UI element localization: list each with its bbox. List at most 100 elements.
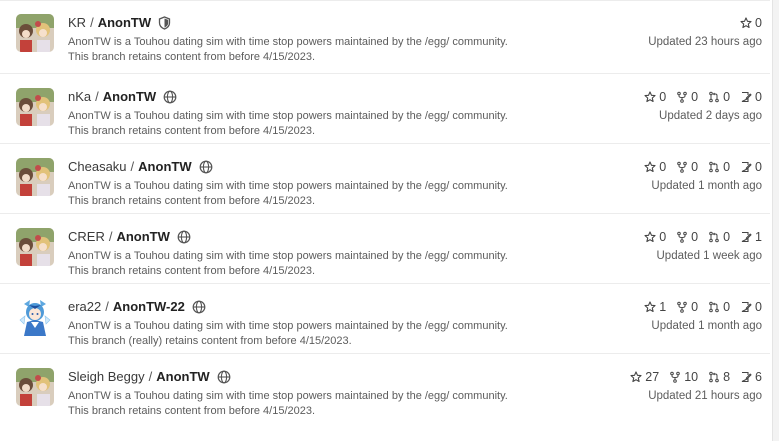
repo-title: CRER / AnonTW	[68, 229, 191, 245]
repo-stats: 0 0 0 0	[634, 159, 762, 175]
issues-count[interactable]: 0	[740, 299, 762, 315]
scrollbar[interactable]	[772, 0, 779, 441]
repo-row: Sleigh Beggy / AnonTW AnonTW is a Touhou…	[0, 354, 770, 424]
repo-row: Cheasaku / AnonTW AnonTW is a Touhou dat…	[0, 144, 770, 214]
stars-count[interactable]: 0	[740, 15, 762, 31]
stars-count[interactable]: 1	[644, 299, 666, 315]
repo-row: CRER / AnonTW AnonTW is a Touhou dating …	[0, 214, 770, 284]
repo-owner-link[interactable]: Cheasaku	[68, 159, 127, 175]
stars-count[interactable]: 0	[644, 229, 666, 245]
stars-value: 0	[659, 230, 667, 244]
globe-icon	[177, 230, 191, 244]
description-line: AnonTW is a Touhou dating sim with time …	[68, 36, 508, 48]
issues-count[interactable]: 1	[740, 229, 762, 245]
pull-requests-value: 8	[723, 370, 731, 384]
title-separator: /	[105, 299, 109, 314]
repo-name-link[interactable]: AnonTW	[98, 15, 151, 31]
title-separator: /	[95, 89, 99, 104]
issues-value: 0	[755, 160, 762, 174]
pull-requests-value: 0	[723, 90, 731, 104]
issues-count[interactable]: 0	[740, 159, 762, 175]
globe-icon	[192, 300, 206, 314]
repo-row: KR / AnonTW AnonTW is a Touhou dating si…	[0, 0, 770, 74]
issues-value: 6	[755, 370, 762, 384]
forks-value: 0	[691, 160, 699, 174]
description-line: AnonTW is a Touhou dating sim with time …	[68, 110, 508, 122]
repo-name-link[interactable]: AnonTW	[138, 159, 191, 175]
pull-requests-count[interactable]: 0	[708, 89, 730, 105]
stars-count[interactable]: 0	[644, 159, 666, 175]
issue-icon	[741, 161, 752, 173]
issue-icon	[741, 371, 752, 383]
repo-description: AnonTW is a Touhou dating sim with time …	[68, 109, 508, 139]
repo-title: Cheasaku / AnonTW	[68, 159, 213, 175]
title-separator: /	[108, 229, 113, 244]
title-separator: /	[90, 15, 94, 30]
forks-count[interactable]: 10	[669, 369, 698, 385]
repo-name-link[interactable]: AnonTW	[103, 89, 156, 105]
issue-icon	[741, 91, 752, 103]
repo-title: KR / AnonTW	[68, 15, 171, 31]
issue-icon	[741, 231, 752, 243]
description-line: This branch (really) retains content fro…	[68, 335, 352, 347]
description-line: This branch retains content from before …	[68, 195, 316, 207]
repo-avatar[interactable]	[16, 298, 54, 336]
repo-name-link[interactable]: AnonTW	[156, 369, 209, 385]
repo-title: era22 / AnonTW-22	[68, 299, 206, 315]
forks-count[interactable]: 0	[676, 229, 698, 245]
stars-count[interactable]: 27	[630, 369, 659, 385]
globe-icon	[163, 90, 177, 104]
pull-requests-count[interactable]: 8	[708, 369, 730, 385]
issue-icon	[741, 301, 752, 313]
stars-value: 0	[659, 160, 667, 174]
repo-avatar[interactable]	[16, 158, 54, 196]
updated-time: Updated 1 month ago	[651, 320, 762, 332]
stars-count[interactable]: 0	[644, 89, 666, 105]
repo-name-link[interactable]: AnonTW-22	[113, 299, 185, 315]
repo-avatar[interactable]	[16, 368, 54, 406]
repo-owner-link[interactable]: KR	[68, 15, 86, 31]
repo-row: era22 / AnonTW-22 AnonTW is a Touhou dat…	[0, 284, 770, 354]
pull-requests-count[interactable]: 0	[708, 159, 730, 175]
description-line: AnonTW is a Touhou dating sim with time …	[68, 320, 508, 332]
description-line: This branch retains content from before …	[68, 51, 316, 63]
pull-request-icon	[709, 371, 719, 383]
star-icon	[740, 17, 752, 29]
repo-stats: 0 0 0 0	[634, 89, 762, 105]
repo-avatar[interactable]	[16, 88, 54, 126]
forks-count[interactable]: 0	[676, 299, 698, 315]
issues-value: 0	[755, 300, 762, 314]
star-icon	[644, 161, 656, 173]
stars-value: 27	[645, 370, 660, 384]
pull-requests-value: 0	[723, 230, 731, 244]
repo-owner-link[interactable]: nKa	[68, 89, 91, 105]
pull-requests-value: 0	[723, 300, 731, 314]
forks-count[interactable]: 0	[676, 159, 698, 175]
star-icon	[630, 371, 642, 383]
repo-title: nKa / AnonTW	[68, 89, 177, 105]
repo-description: AnonTW is a Touhou dating sim with time …	[68, 389, 508, 419]
pull-requests-count[interactable]: 0	[708, 299, 730, 315]
fork-icon	[677, 301, 687, 313]
repo-name-link[interactable]: AnonTW	[116, 229, 169, 245]
star-icon	[644, 91, 656, 103]
forks-count[interactable]: 0	[676, 89, 698, 105]
repo-avatar[interactable]	[16, 228, 54, 266]
repo-owner-link[interactable]: CRER	[68, 229, 105, 245]
issues-count[interactable]: 6	[740, 369, 762, 385]
repo-list: KR / AnonTW AnonTW is a Touhou dating si…	[0, 0, 770, 424]
issues-value: 0	[755, 90, 762, 104]
repo-owner-link[interactable]: era22	[68, 299, 101, 315]
repo-owner-link[interactable]: Sleigh Beggy	[68, 369, 145, 385]
pull-requests-count[interactable]: 0	[708, 229, 730, 245]
forks-value: 10	[684, 370, 699, 384]
issues-count[interactable]: 0	[740, 89, 762, 105]
fork-icon	[677, 231, 687, 243]
pull-request-icon	[709, 231, 719, 243]
repo-avatar[interactable]	[16, 14, 54, 52]
repo-row: nKa / AnonTW AnonTW is a Touhou dating s…	[0, 74, 770, 144]
description-line: AnonTW is a Touhou dating sim with time …	[68, 390, 508, 402]
repo-stats: 0 0 0 1	[634, 229, 762, 245]
stars-value: 1	[659, 300, 667, 314]
repo-description: AnonTW is a Touhou dating sim with time …	[68, 35, 508, 65]
